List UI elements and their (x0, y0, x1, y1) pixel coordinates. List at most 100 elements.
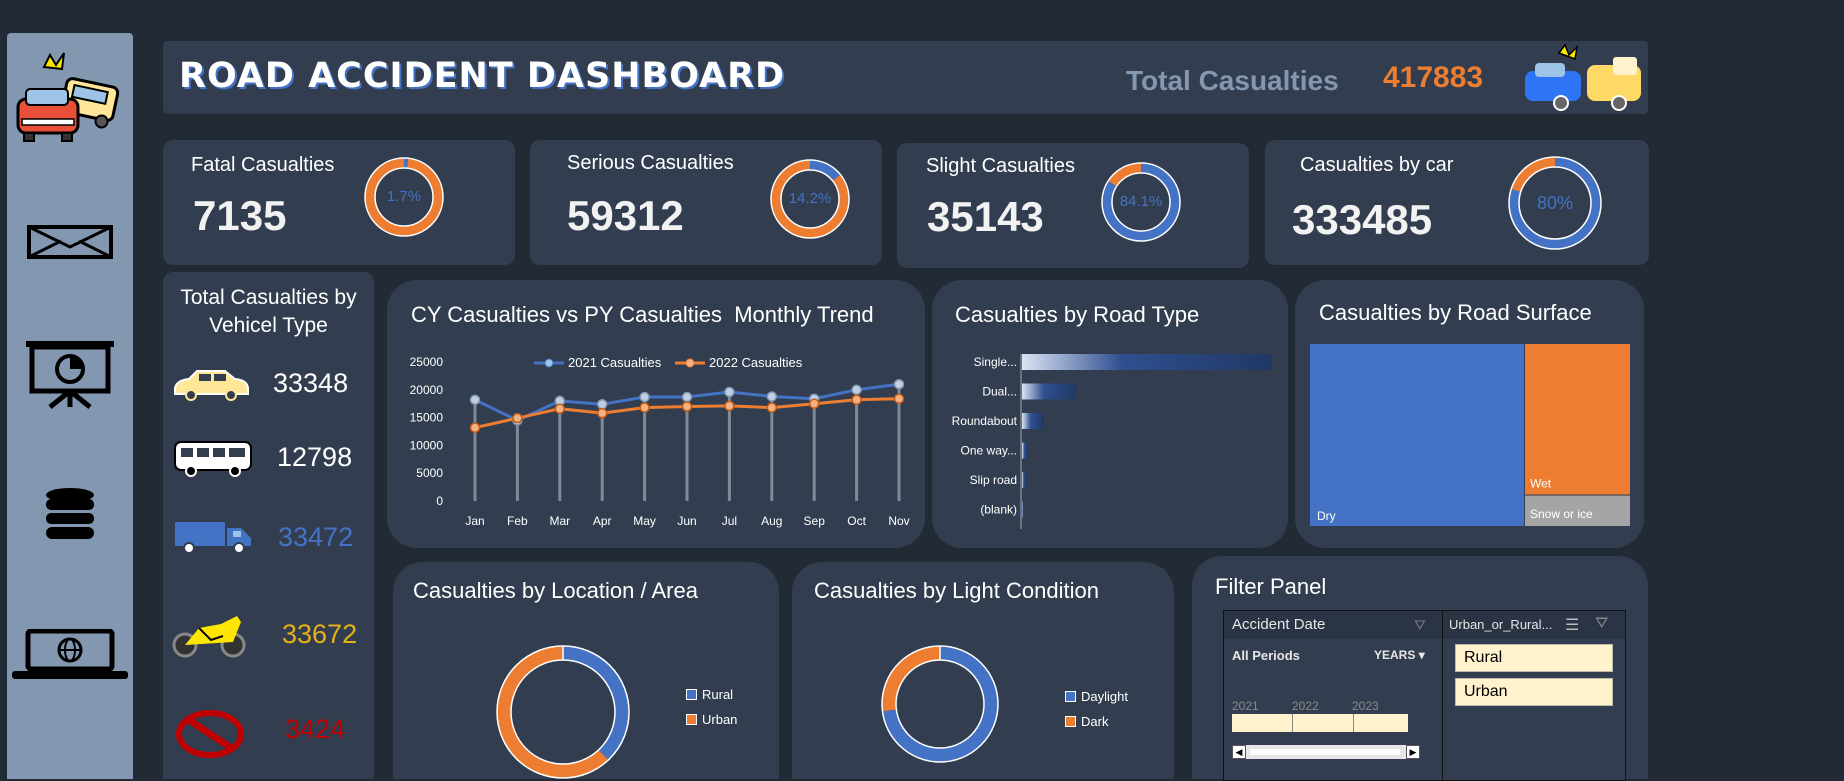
legend-label: Dark (1081, 714, 1108, 729)
slicer-option-rural[interactable]: Rural (1455, 644, 1613, 672)
donut-outline (511, 660, 615, 764)
x-tick-label: Oct (847, 514, 866, 528)
timeline-scrollbar[interactable]: ◀ ▶ (1232, 745, 1420, 759)
data-point (725, 388, 734, 397)
road-type-panel: Casualties by Road Type Single...Dual...… (932, 280, 1288, 548)
kpi-percent: 84.1% (1098, 193, 1184, 210)
legend-swatch (1065, 716, 1076, 727)
road-type-bar (1022, 354, 1272, 370)
y-tick-label: 20000 (410, 383, 444, 397)
vehicle-value-other: 3424 (285, 714, 345, 745)
bus-icon (173, 440, 253, 483)
donut-outline (896, 660, 984, 748)
x-tick-label: Sep (804, 514, 826, 528)
kpi-label: Fatal Casualties (191, 154, 334, 177)
x-tick-label: Jul (722, 514, 737, 528)
road-type-bar (1022, 413, 1044, 429)
data-point (598, 400, 607, 409)
data-point (852, 395, 861, 404)
truck-icon (173, 520, 253, 561)
kpi-card-serious: Serious Casualties 59312 14.2% (530, 140, 882, 265)
legend-swatch (1065, 691, 1076, 702)
road-type-bar (1022, 384, 1076, 400)
legend-dark: Dark (1065, 714, 1108, 729)
database-icon[interactable] (7, 487, 133, 541)
donut-rest-arc (1112, 168, 1141, 184)
timeline-period: All Periods (1232, 648, 1300, 663)
treemap-tile-wet (1525, 344, 1630, 495)
y-tick-label: 0 (436, 494, 443, 508)
category-label: Roundabout (952, 414, 1018, 428)
car-icon (171, 368, 251, 407)
timeline-block-2023[interactable] (1354, 714, 1408, 732)
treemap-tile-dry (1310, 344, 1524, 526)
light-donut (880, 644, 1000, 764)
mail-icon[interactable] (7, 225, 133, 259)
data-point (640, 393, 649, 402)
data-point (767, 392, 776, 401)
vehicle-title-line2: Vehicel Type (163, 314, 374, 338)
accident-date-timeline[interactable]: Accident Date ⛛ All Periods YEARS ▾ 2021… (1223, 610, 1443, 781)
total-casualties-label: Total Casualties (1126, 65, 1339, 97)
timeline-unit-label: YEARS (1374, 648, 1415, 662)
kpi-card-fatal: Fatal Casualties 7135 1.7% (163, 140, 515, 265)
car-crash-icon[interactable] (7, 49, 133, 145)
chevron-down-icon: ▾ (1419, 648, 1425, 662)
data-point (471, 423, 480, 432)
clear-filter-icon[interactable]: ⛛ (1414, 617, 1426, 634)
x-tick-label: Aug (761, 514, 782, 528)
kpi-card-car: Casualties by car 333485 80% (1265, 140, 1649, 265)
light-condition-panel: Casualties by Light Condition Daylight D… (792, 562, 1174, 779)
location-panel: Casualties by Location / Area Rural Urba… (393, 562, 779, 779)
timeline-block-2021[interactable] (1232, 714, 1293, 732)
data-point (895, 380, 904, 389)
scroll-thumb[interactable] (1250, 749, 1400, 755)
kpi-value: 7135 (193, 192, 286, 240)
legend-label: Daylight (1081, 689, 1128, 704)
scroll-right-icon[interactable]: ▶ (1406, 745, 1420, 759)
road-surface-treemap: DryWetSnow or ice (1295, 280, 1644, 548)
category-label: One way... (961, 444, 1017, 458)
scroll-left-icon[interactable]: ◀ (1232, 745, 1246, 759)
kpi-percent: 14.2% (767, 190, 853, 207)
kpi-card-slight: Slight Casualties 35143 84.1% (897, 143, 1249, 268)
motorcycle-icon (171, 612, 247, 663)
pie-slice (504, 653, 603, 771)
timeline-block-2022[interactable] (1293, 714, 1354, 732)
header-bar: ROAD ACCIDENT DASHBOARD Total Casualties… (163, 41, 1648, 114)
legend-label: Urban (702, 712, 737, 727)
legend-swatch (686, 714, 697, 725)
vehicle-value-truck: 33472 (278, 522, 353, 553)
multi-select-icon[interactable]: ☰ (1565, 615, 1579, 635)
vehicle-value-bus: 12798 (277, 442, 352, 473)
data-point (555, 404, 564, 413)
data-point (471, 395, 480, 404)
filter-title: Filter Panel (1215, 574, 1326, 600)
legend-swatch (686, 689, 697, 700)
road-type-bar (1022, 443, 1028, 459)
x-tick-label: Jan (465, 514, 484, 528)
y-tick-label: 5000 (416, 466, 443, 480)
slicer-option-urban[interactable]: Urban (1455, 678, 1613, 706)
vehicle-value-car: 33348 (273, 368, 348, 399)
donut-outline (882, 646, 998, 762)
category-label: (blank) (980, 503, 1017, 517)
clear-filter-icon[interactable]: ⛛ (1595, 615, 1608, 633)
kpi-label: Serious Casualties (567, 152, 734, 175)
timeline-year-2022: 2022 (1292, 699, 1319, 713)
data-point (683, 402, 692, 411)
data-point (598, 409, 607, 418)
data-point (513, 414, 522, 423)
data-point (683, 393, 692, 402)
vehicle-type-panel: Total Casualties by Vehicel Type 33348 1… (163, 272, 374, 779)
kpi-value: 333485 (1292, 196, 1432, 244)
laptop-globe-icon[interactable] (7, 629, 133, 681)
presentation-chart-icon[interactable] (7, 339, 133, 409)
legend-daylight: Daylight (1065, 689, 1128, 704)
data-point (767, 403, 776, 412)
timeline-unit-dropdown[interactable]: YEARS ▾ (1374, 648, 1425, 662)
filter-panel: Filter Panel Accident Date ⛛ All Periods… (1192, 556, 1648, 779)
treemap-label: Snow or ice (1530, 507, 1593, 521)
urban-rural-slicer[interactable]: Urban_or_Rural... ☰ ⛛ Rural Urban (1442, 610, 1626, 781)
kpi-value: 59312 (567, 192, 684, 240)
